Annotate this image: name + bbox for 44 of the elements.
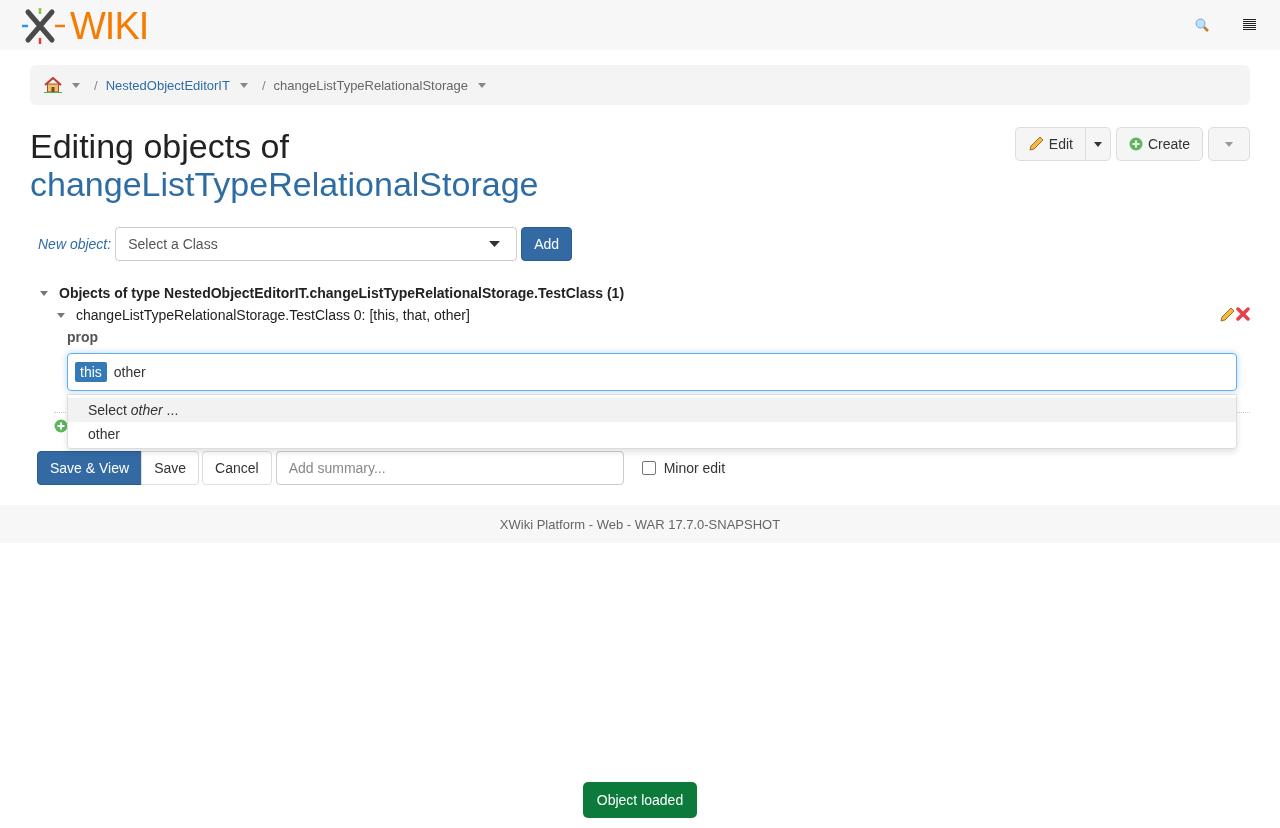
- plus-icon: [1128, 137, 1143, 151]
- suggestion-option[interactable]: other: [68, 422, 1236, 446]
- page-title: Editing objects of changeListTypeRelationalStorage: [30, 127, 539, 203]
- caret-icon[interactable]: [477, 82, 486, 88]
- toggle-icon[interactable]: [40, 290, 48, 296]
- caret-icon: [489, 241, 501, 247]
- summary-field[interactable]: Add summary...: [275, 451, 624, 485]
- checkbox[interactable]: [641, 461, 656, 475]
- plus-icon[interactable]: [54, 419, 68, 433]
- property-label: prop: [67, 329, 100, 345]
- toast-notification: Object loaded: [582, 782, 698, 818]
- breadcrumb-link[interactable]: NestedObjectEditorIT: [105, 77, 230, 93]
- separator: /: [261, 77, 266, 93]
- class-select[interactable]: Select a Class: [115, 227, 518, 261]
- caret-icon[interactable]: [239, 82, 248, 88]
- object-title: changeListTypeRelationalStorage.TestClass 0: [this, that, other]: [76, 307, 470, 323]
- new-object-label: New object:: [38, 236, 112, 252]
- breadcrumb-link[interactable]: changeListTypeRelationalStorage: [273, 77, 468, 93]
- form-button[interactable]: Save & View: [37, 451, 143, 485]
- action-button[interactable]: Edit: [1014, 127, 1086, 161]
- delete-icon[interactable]: [1236, 307, 1250, 321]
- form-button[interactable]: Save: [141, 451, 200, 485]
- caret-icon: [1225, 141, 1233, 147]
- suggestion-option[interactable]: Select other ...: [68, 398, 1236, 422]
- tag-input-field[interactable]: this other: [67, 353, 1237, 391]
- logo-icon: [22, 8, 68, 44]
- add-button[interactable]: Add: [521, 227, 573, 261]
- menu-icon[interactable]: [1243, 19, 1256, 31]
- object-type-heading: Objects of type NestedObjectEditorIT.changeListTypeRelationalStorage.TestClass (1): [59, 285, 625, 301]
- pencil-icon[interactable]: [1219, 307, 1235, 323]
- action-button[interactable]: Create: [1115, 127, 1203, 161]
- form-button[interactable]: Cancel: [202, 451, 272, 485]
- separator: /: [94, 77, 98, 93]
- home-icon[interactable]: [44, 77, 62, 93]
- tag[interactable]: this: [75, 362, 107, 382]
- caret-icon[interactable]: [72, 82, 80, 88]
- footer-text: XWiki Platform - Web - WAR 17.7.0-SNAPSHOT: [499, 516, 781, 532]
- pencil-icon: [1027, 136, 1044, 152]
- toggle-icon[interactable]: [57, 312, 65, 318]
- minor-edit-label: Minor edit: [663, 460, 726, 476]
- caret-icon: [1093, 141, 1102, 147]
- dropdown-button[interactable]: [1085, 127, 1111, 161]
- search-icon[interactable]: [1195, 18, 1209, 32]
- logo-text: WIKI: [70, 8, 149, 44]
